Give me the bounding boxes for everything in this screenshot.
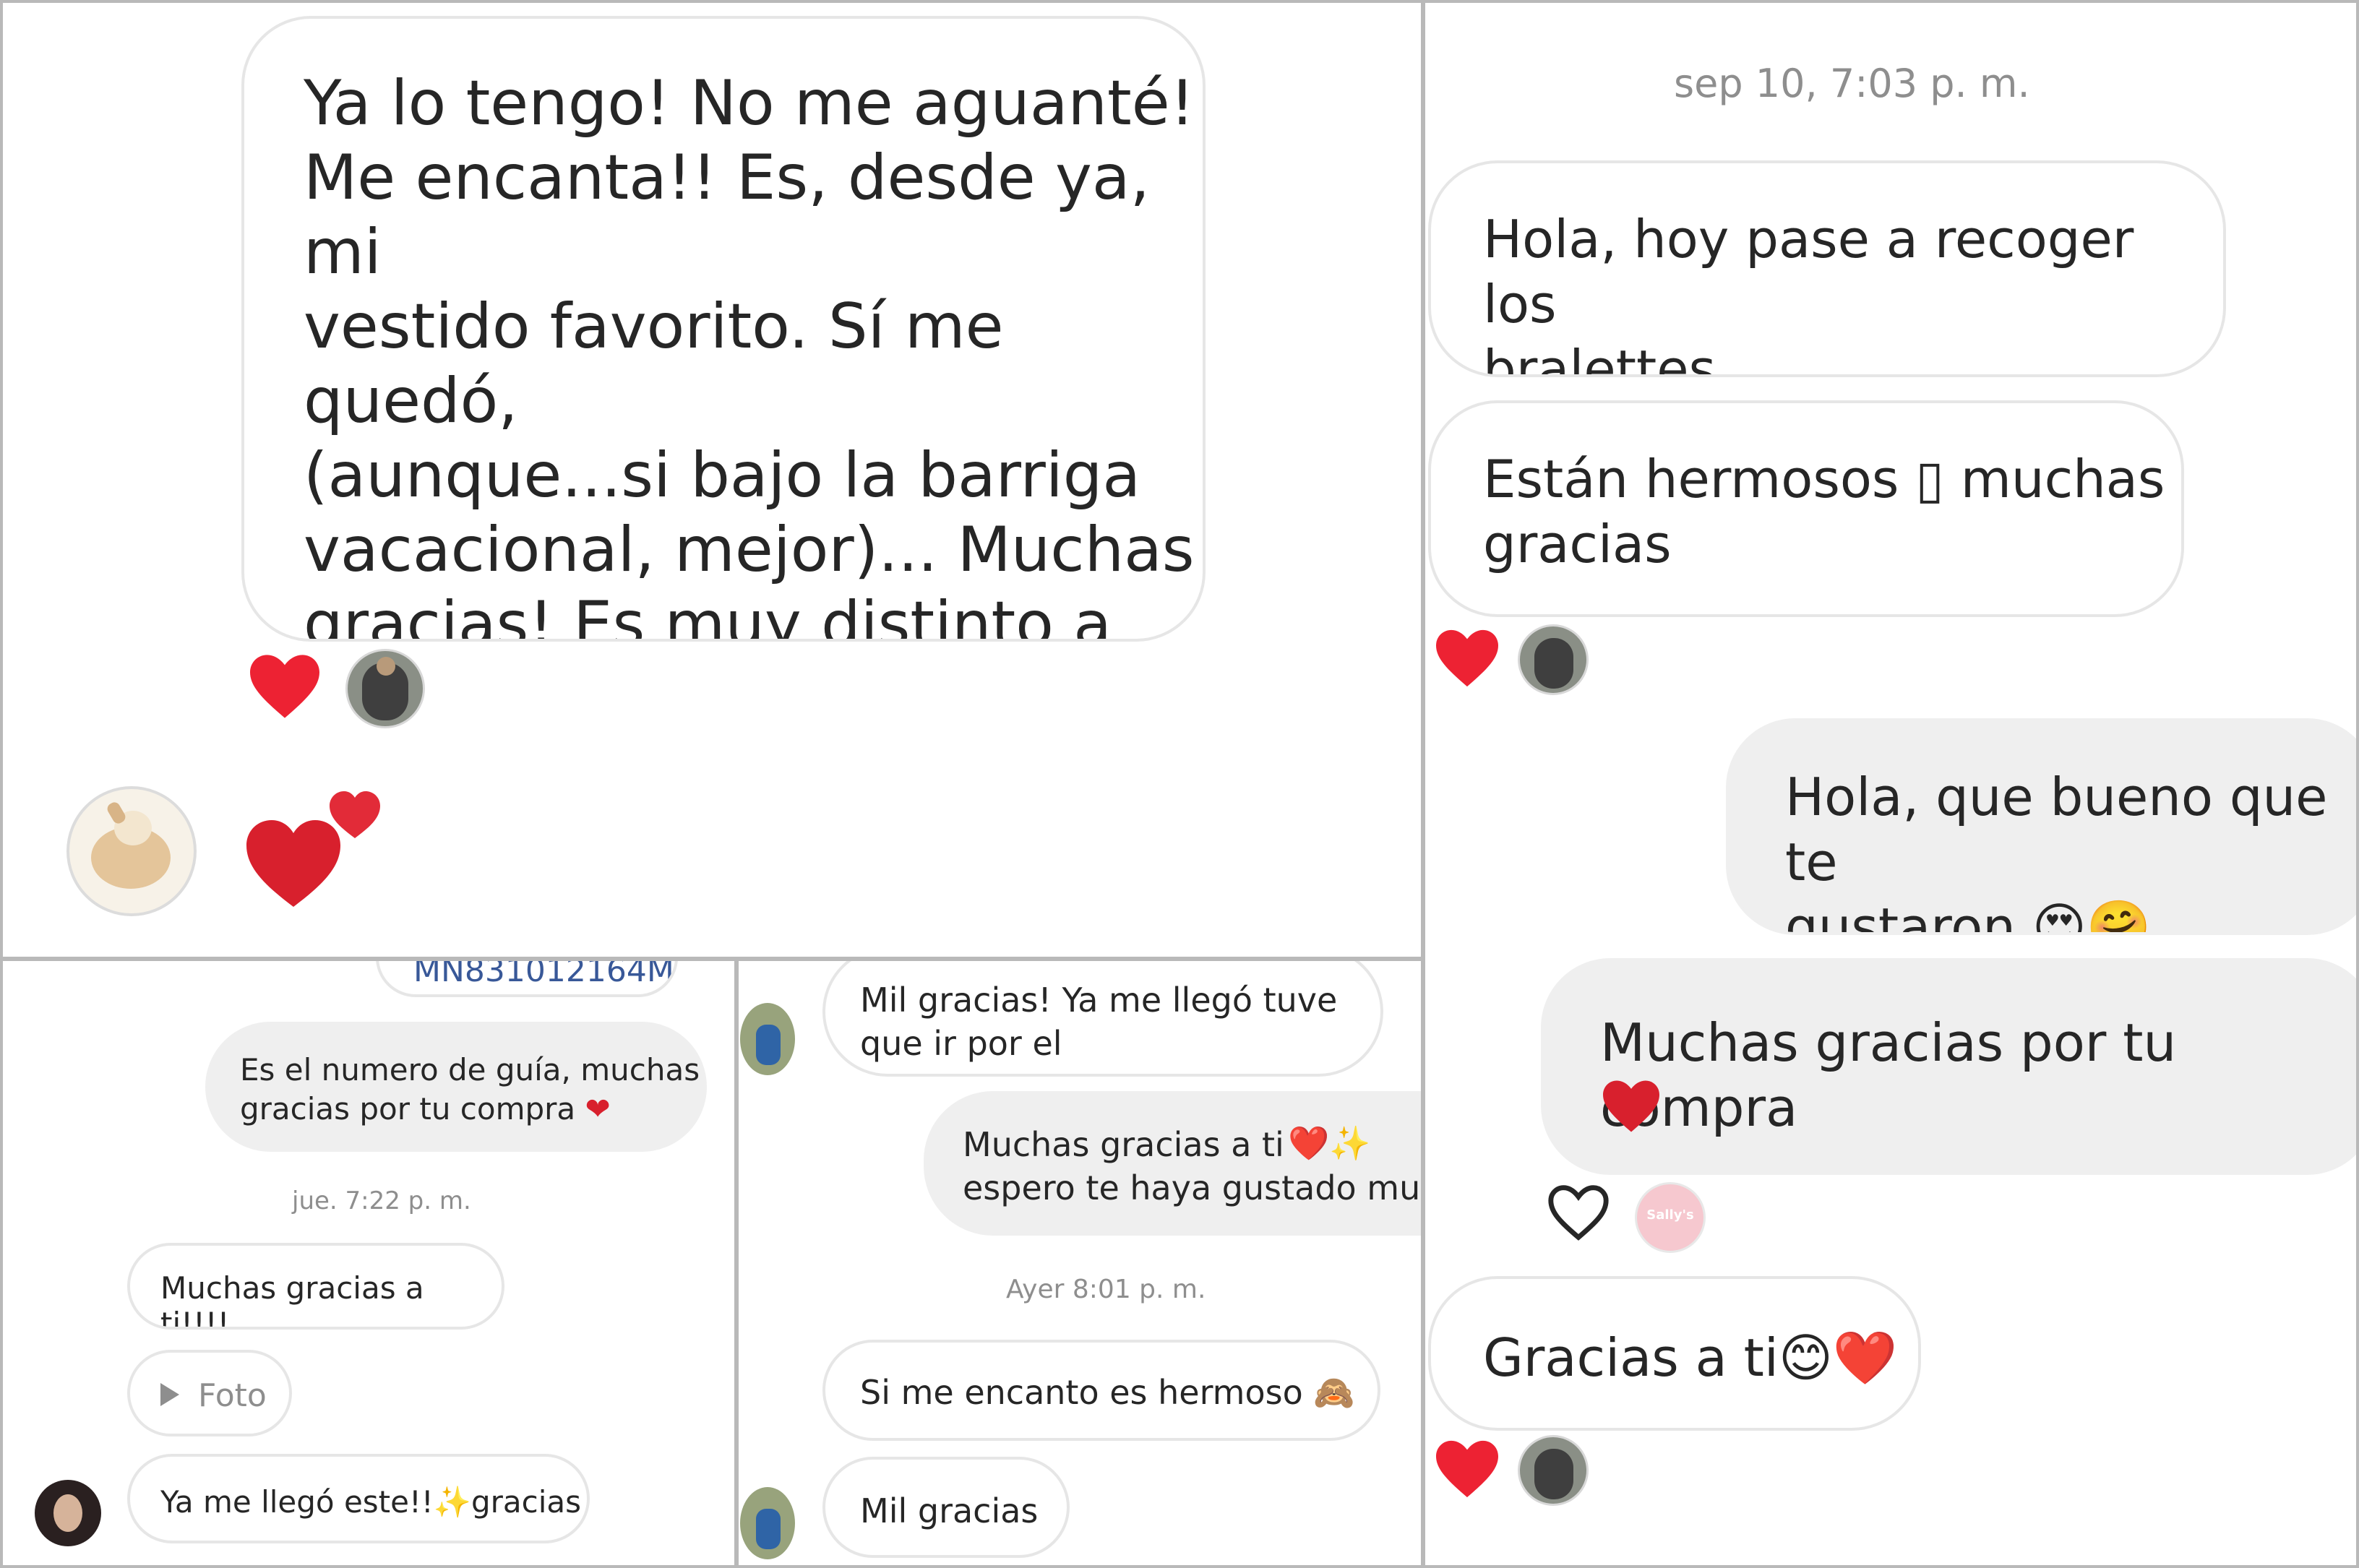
received-message-bubble[interactable]: Mil gracias! Ya me llegó tuve que ir por… bbox=[822, 961, 1383, 1077]
panel-right: sep 10, 7:03 p. m. Hola, hoy pase a reco… bbox=[1425, 0, 2359, 1568]
heart-icon[interactable] bbox=[246, 652, 324, 721]
sent-message-bubble[interactable]: Muchas gracias a ti espero te haya gusta… bbox=[924, 1091, 1422, 1236]
timestamp: jue. 7:22 p. m. bbox=[292, 1186, 471, 1215]
chihuahua-avatar bbox=[66, 786, 197, 916]
message-text: Hola, hoy pase a recoger los bralettes bbox=[1483, 209, 2134, 377]
bottom-vertical-divider bbox=[734, 958, 739, 1568]
received-message-bubble[interactable]: Ya me llegó este!!✨gracias bbox=[127, 1454, 590, 1543]
message-text: Mil gracias! Ya me llegó tuve que ir por… bbox=[860, 981, 1338, 1063]
user-avatar bbox=[740, 1003, 795, 1075]
heart-icon[interactable] bbox=[1432, 1438, 1502, 1500]
received-message-bubble[interactable]: Si me encanto es hermoso 🙈 bbox=[822, 1340, 1380, 1441]
horizontal-divider bbox=[0, 957, 1424, 961]
user-avatar bbox=[35, 1480, 101, 1546]
panel-top-left: Ya lo tengo! No me aguanté! Me encanta!!… bbox=[0, 0, 1422, 958]
frame-right bbox=[2356, 0, 2359, 1568]
timestamp: Ayer 8:01 p. m. bbox=[1006, 1275, 1206, 1304]
heart-outline-icon[interactable] bbox=[1545, 1182, 1612, 1243]
reaction-avatar bbox=[1518, 1435, 1589, 1506]
message-text: Están hermosos ▯ muchas gracias bbox=[1483, 449, 2165, 574]
message-text: Gracias a ti😊❤️ bbox=[1483, 1327, 1898, 1388]
panel-bottom-middle: Mil gracias! Ya me llegó tuve que ir por… bbox=[740, 961, 1422, 1568]
message-text: Mil gracias bbox=[860, 1491, 1039, 1530]
reaction-avatar bbox=[1518, 624, 1589, 695]
received-message-bubble[interactable]: Están hermosos ▯ muchas gracias bbox=[1428, 400, 2184, 617]
message-text: Si me encanto es hermoso 🙈 bbox=[860, 1373, 1355, 1412]
play-icon bbox=[160, 1383, 179, 1406]
reaction-avatar bbox=[345, 649, 425, 728]
message-text: Muchas gracias a ti!!!! bbox=[160, 1270, 424, 1330]
heart-icon bbox=[1603, 1080, 1659, 1132]
timestamp: sep 10, 7:03 p. m. bbox=[1674, 61, 2030, 106]
photo-label: Foto bbox=[198, 1377, 267, 1414]
sent-message-bubble[interactable]: Es el numero de guía, muchas gracias por… bbox=[205, 1022, 707, 1152]
two-hearts-icon[interactable] bbox=[243, 773, 387, 910]
received-message-bubble[interactable]: Gracias a ti😊❤️ bbox=[1428, 1276, 1921, 1431]
received-message-bubble[interactable]: Muchas gracias a ti!!!! bbox=[127, 1243, 504, 1330]
message-text: Es el numero de guía, muchas gracias por… bbox=[240, 1052, 700, 1127]
received-message-bubble[interactable]: Ya lo tengo! No me aguanté! Me encanta!!… bbox=[241, 16, 1206, 642]
vertical-divider bbox=[1421, 0, 1425, 1568]
message-text: Hola, que bueno que te gustaron 😍🤗 bbox=[1785, 767, 2328, 935]
message-text: Muchas gracias por tu compra bbox=[1600, 1012, 2177, 1138]
received-message-bubble[interactable]: Hola, hoy pase a recoger los bralettes bbox=[1428, 160, 2226, 377]
photo-attachment-bubble[interactable]: Foto bbox=[127, 1350, 292, 1436]
tracking-number[interactable]: MN831012164MX bbox=[413, 961, 675, 989]
frame-bottom bbox=[0, 1565, 2359, 1568]
frame-left bbox=[0, 0, 3, 1568]
received-message-bubble[interactable]: MN831012164MX bbox=[376, 961, 678, 997]
sent-message-bubble[interactable]: Muchas gracias por tu compra bbox=[1541, 958, 2359, 1175]
user-avatar bbox=[740, 1487, 795, 1559]
heart-sparkles-emoji: ❤️✨ bbox=[1288, 1124, 1371, 1163]
heart-icon: ❤ bbox=[585, 1091, 611, 1127]
store-avatar: Sally's bbox=[1635, 1182, 1706, 1253]
frame-top bbox=[0, 0, 2359, 3]
heart-icon[interactable] bbox=[1432, 627, 1502, 689]
received-message-bubble[interactable]: Mil gracias bbox=[822, 1457, 1070, 1558]
message-text: Ya me llegó este!!✨gracias bbox=[160, 1484, 581, 1520]
message-text: Ya lo tengo! No me aguanté! Me encanta!!… bbox=[304, 67, 1195, 642]
sent-message-bubble[interactable]: Hola, que bueno que te gustaron 😍🤗 bbox=[1726, 718, 2359, 935]
panel-bottom-left: MN831012164MX Es el numero de guía, much… bbox=[0, 961, 734, 1568]
